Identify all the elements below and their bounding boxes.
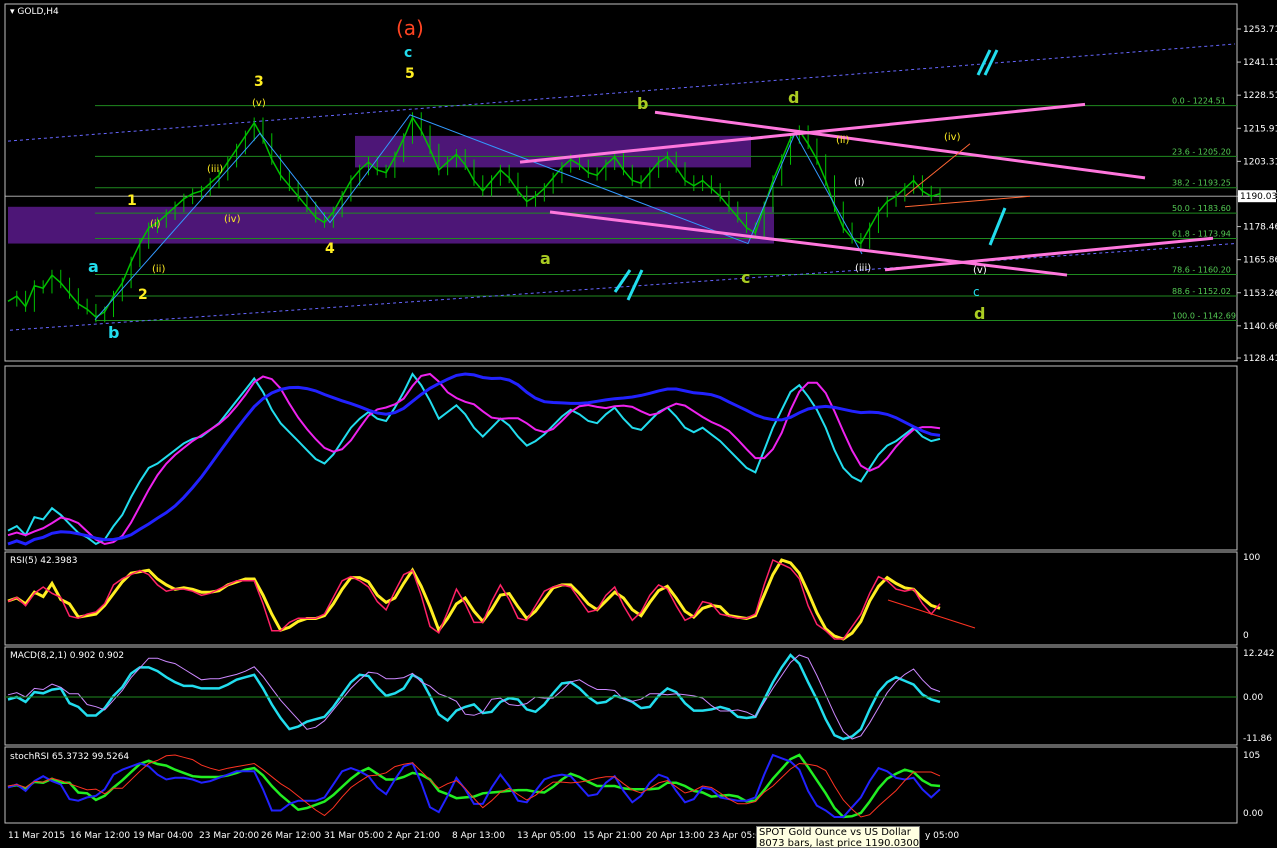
tooltip-line2: 8073 bars, last price 1190.03000	[759, 838, 920, 848]
indicator-axis-label: 0	[1243, 631, 1249, 641]
tooltip-line1: SPOT Gold Ounce vs US Dollar	[759, 827, 911, 838]
purple-zone-upper	[355, 135, 751, 168]
current-price-label: 1190.03	[1240, 192, 1277, 202]
macd-label: MACD(8,2,1) 0.902 0.902	[10, 651, 125, 661]
price-tick-label: 1241.11	[1243, 58, 1277, 68]
fib-level-label: 100.0 - 1142.69	[1172, 312, 1236, 321]
price-tick-label: 1203.31	[1243, 157, 1277, 167]
channel-lower-dashed	[9, 243, 1236, 331]
wave-label: (iv)	[944, 132, 961, 143]
time-tick-label: y 05:00	[925, 831, 959, 841]
fib-level-label: 23.6 - 1205.20	[1172, 147, 1231, 156]
price-tick-label: 1140.66	[1243, 322, 1277, 332]
wave-label: c	[404, 45, 412, 61]
time-tick-label: 8 Apr 13:00	[452, 831, 505, 841]
time-tick-label: 23 Mar 20:00	[199, 831, 259, 841]
indicator-axis-label: -11.86	[1243, 734, 1272, 744]
orange-trendline-up	[904, 143, 971, 197]
price-tick-label: 1228.51	[1243, 91, 1277, 101]
wave-label: 2	[138, 287, 148, 303]
price-tick-label: 1165.86	[1243, 256, 1277, 266]
wave-label: (v)	[973, 265, 987, 276]
time-tick-label: 2 Apr 21:00	[387, 831, 440, 841]
chart-canvas: 1253.71 1241.11 1228.51 1215.91 1203.31 1190.…	[4, 3, 1277, 841]
wave-label: (iv)	[224, 214, 241, 225]
fib-level-label: 50.0 - 1183.60	[1172, 204, 1231, 213]
symbol-dropdown-icon[interactable]: ▾	[10, 7, 15, 17]
wave-label: (ii)	[836, 135, 849, 146]
bollinger-ma-line	[7, 372, 941, 546]
fib-level-label: 78.6 - 1160.20	[1172, 266, 1231, 275]
wave-label: (i)	[854, 177, 865, 188]
time-tick-label: 15 Apr 21:00	[583, 831, 642, 841]
indicator-axis-label: 105	[1243, 751, 1260, 761]
wave-label: (iii)	[207, 164, 223, 175]
time-tick-label: 11 Mar 2015	[8, 831, 65, 841]
wave-label: c	[973, 285, 980, 299]
channel-upper-dashed	[7, 43, 1236, 142]
time-tick-label: 19 Mar 04:00	[133, 831, 193, 841]
indicator-axis-label: 0.00	[1243, 809, 1263, 819]
time-tick-label: 16 Mar 12:00	[70, 831, 130, 841]
bollinger-band-line	[7, 372, 941, 546]
time-tick-label: 31 Mar 05:00	[324, 831, 384, 841]
panel-border-macd	[4, 646, 1238, 746]
panel-border-rsi	[4, 551, 1238, 646]
symbol-tooltip: SPOT Gold Ounce vs US Dollar 8073 bars, …	[756, 826, 920, 848]
time-tick-label: 13 Apr 05:00	[517, 831, 576, 841]
wave-label: (v)	[252, 98, 266, 109]
wave-label: c	[741, 268, 750, 287]
price-tick-label: 1178.46	[1243, 223, 1277, 233]
time-tick-label: 20 Apr 13:00	[646, 831, 705, 841]
fib-level-label: 38.2 - 1193.25	[1172, 179, 1231, 188]
wave-label: b	[637, 94, 648, 113]
wave-label: (ii)	[152, 264, 165, 275]
bollinger-price-line	[7, 372, 941, 546]
pink-trendline-lower-up	[884, 236, 1214, 272]
rsi-line	[7, 558, 941, 641]
wave-label: a	[540, 249, 551, 268]
fib-level-label: 88.6 - 1152.02	[1172, 287, 1231, 296]
price-tick-label: 1153.26	[1243, 289, 1277, 299]
wave-label: (iii)	[855, 263, 871, 274]
price-tick-label: 1253.71	[1243, 25, 1277, 35]
wave-label: a	[88, 257, 99, 276]
panel-border-ind	[4, 365, 1238, 551]
time-tick-label: 26 Mar 12:00	[261, 831, 321, 841]
wave-label: 5	[405, 66, 415, 82]
indicator-axis-label: 0.00	[1243, 693, 1263, 703]
wave-label: 3	[254, 74, 264, 90]
fib-level-label: 61.8 - 1173.94	[1172, 229, 1231, 238]
indicator-axis-label: 100	[1243, 553, 1260, 563]
indicator-axis-label: 12.242	[1243, 649, 1275, 659]
price-tick-label: 1128.41	[1243, 354, 1277, 364]
price-tick-label: 1215.91	[1243, 124, 1277, 134]
wave-label: 4	[325, 241, 335, 257]
fib-level-label: 0.0 - 1224.51	[1172, 97, 1226, 106]
orange-trendline	[904, 195, 1031, 208]
wave-label: d	[788, 88, 799, 107]
wave-label: 1	[127, 193, 137, 209]
rsi-label: RSI(5) 42.3983	[10, 556, 78, 566]
cyan-arrow	[613, 269, 632, 293]
pink-trendline-upper-up	[519, 102, 1086, 164]
wave-label: b	[108, 323, 119, 342]
symbol-label: ▾ GOLD,H4	[10, 7, 59, 17]
panel-border-main	[4, 3, 1238, 362]
wave-label: (i)	[150, 219, 161, 230]
wave-label: d	[974, 304, 985, 323]
symbol-text: GOLD,H4	[17, 7, 59, 17]
stochrsi-red-line	[7, 754, 941, 818]
stoch-label: stochRSI 65.3732 99.5264	[10, 752, 130, 762]
wave-a-label: (a)	[396, 16, 424, 40]
